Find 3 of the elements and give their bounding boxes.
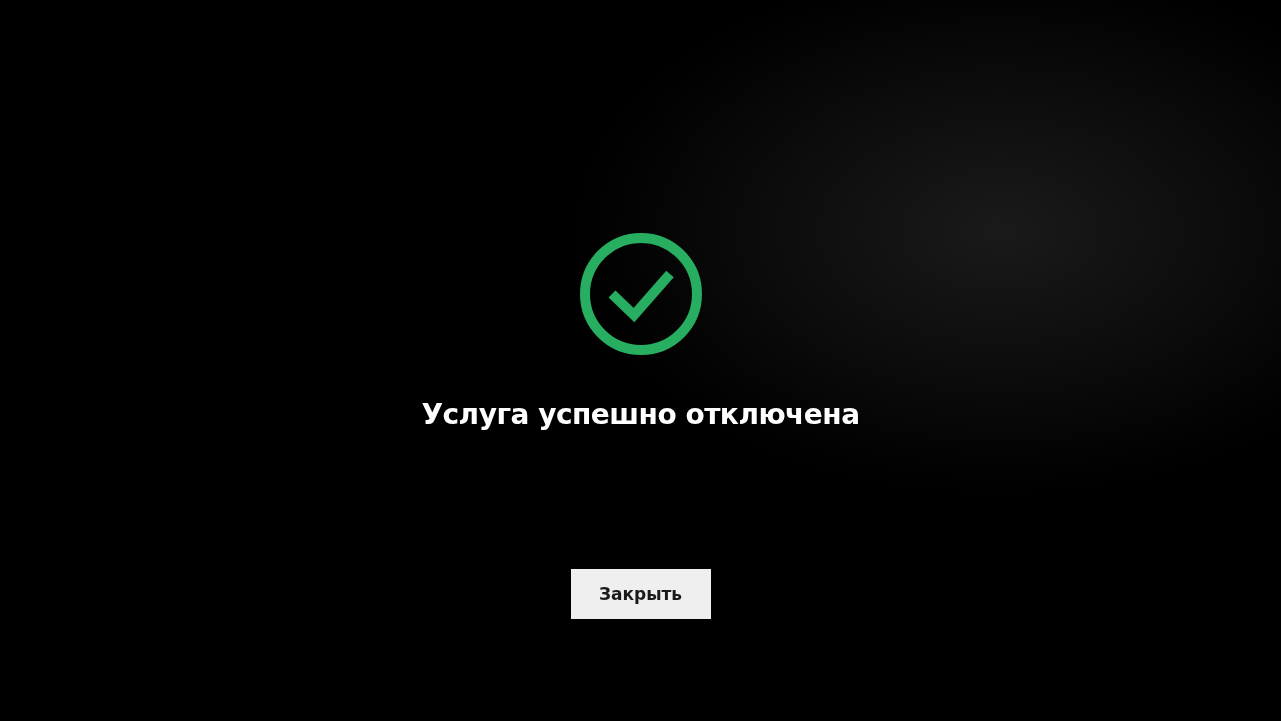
close-button[interactable]: Закрыть xyxy=(570,569,711,619)
status-message: Услуга успешно отключена xyxy=(421,398,860,432)
check-circle-icon xyxy=(578,232,703,356)
